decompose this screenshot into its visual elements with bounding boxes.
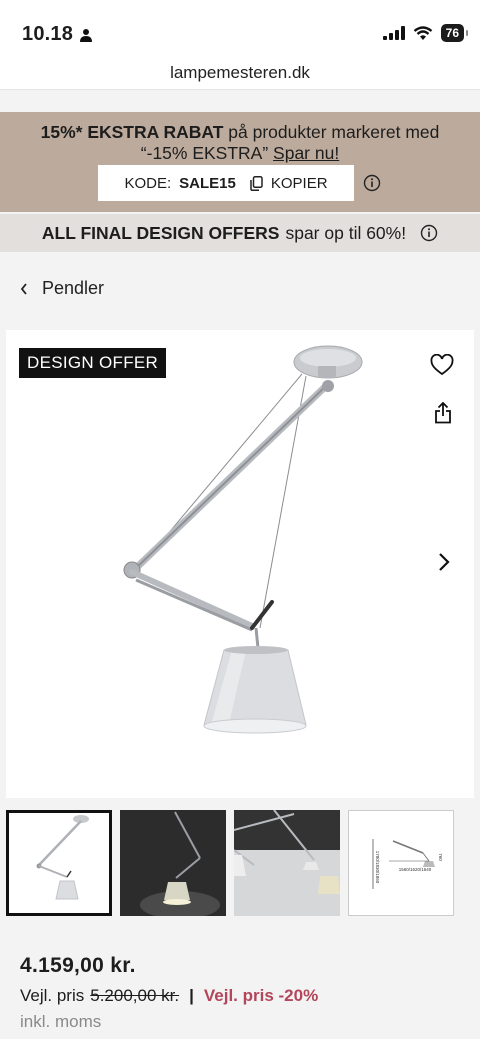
heart-icon[interactable] — [430, 354, 454, 376]
thumbnail-strip: 1780/1830/1860 1560/1620/1640 760 — [6, 810, 466, 916]
info-icon[interactable] — [363, 174, 381, 192]
copy-icon[interactable] — [250, 175, 263, 191]
status-indicators: 76 — [382, 24, 469, 42]
rrp-label: Vejl. pris — [20, 986, 85, 1005]
product-image-carousel[interactable]: DESIGN OFFER — [6, 330, 474, 798]
rrp-value: 5.200,00 kr. — [90, 986, 180, 1005]
thumbnail-2[interactable] — [120, 810, 226, 916]
chevron-left-icon[interactable] — [20, 282, 28, 295]
share-icon[interactable] — [434, 402, 452, 424]
promo-headline: 15%* EKSTRA RABAT — [40, 122, 224, 142]
thumbnail-image: 1780/1830/1860 1560/1620/1640 760 — [372, 839, 443, 889]
rrp-row: Vejl. pris 5.200,00 kr. | Vejl. pris -20… — [20, 986, 318, 1006]
offers-text: spar op til 60%! — [285, 222, 407, 243]
product-price: 4.159,00 kr. — [20, 954, 136, 977]
battery-icon: 76 — [440, 24, 469, 42]
discount-code-box[interactable]: KODE: SALE15 KOPIER — [98, 165, 354, 201]
thumbnail-1[interactable] — [6, 810, 112, 916]
breadcrumb-link[interactable]: Pendler — [42, 278, 104, 299]
breadcrumb[interactable]: Pendler — [20, 278, 104, 299]
status-bar: 10.18 76 — [0, 0, 480, 58]
copy-button[interactable]: KOPIER — [271, 175, 328, 192]
offers-banner[interactable]: ALL FINAL DESIGN OFFERS spar op til 60%! — [0, 214, 480, 252]
design-offer-badge: DESIGN OFFER — [19, 348, 167, 378]
person-icon — [80, 28, 93, 42]
dimension-label: 1560/1620/1640 — [399, 867, 432, 872]
thumbnail-3[interactable] — [234, 810, 340, 916]
dimension-label: 1780/1830/1860 — [375, 851, 380, 884]
chevron-right-icon[interactable] — [438, 552, 450, 572]
separator: | — [189, 986, 194, 1005]
code-label: KODE: — [124, 174, 172, 192]
product-image — [123, 345, 363, 734]
vat-note: inkl. moms — [20, 1012, 102, 1031]
signal-icon — [382, 26, 405, 40]
thumbnail-4[interactable]: 1780/1830/1860 1560/1620/1640 760 — [348, 810, 454, 916]
promo-link[interactable]: Spar nu! — [273, 143, 339, 163]
info-icon[interactable] — [420, 224, 438, 242]
address-bar[interactable]: lampemesteren.dk — [0, 58, 480, 90]
clock: 10.18 — [22, 23, 74, 45]
promo-banner: 15%* EKSTRA RABAT på produkter markeret … — [0, 112, 480, 212]
wifi-icon — [413, 25, 432, 40]
status-time: 10.18 — [22, 23, 93, 46]
discount-code: SALE15 — [179, 174, 236, 192]
offers-headline: ALL FINAL DESIGN OFFERS — [41, 222, 280, 243]
thumbnail-image — [36, 815, 89, 900]
discount-label: Vejl. pris -20% — [203, 986, 319, 1005]
thumbnail-image — [120, 810, 226, 916]
thumbnail-image — [234, 810, 340, 916]
dimension-label: 760 — [438, 853, 443, 861]
promo-text: 15%* EKSTRA RABAT på produkter markeret … — [20, 122, 460, 164]
